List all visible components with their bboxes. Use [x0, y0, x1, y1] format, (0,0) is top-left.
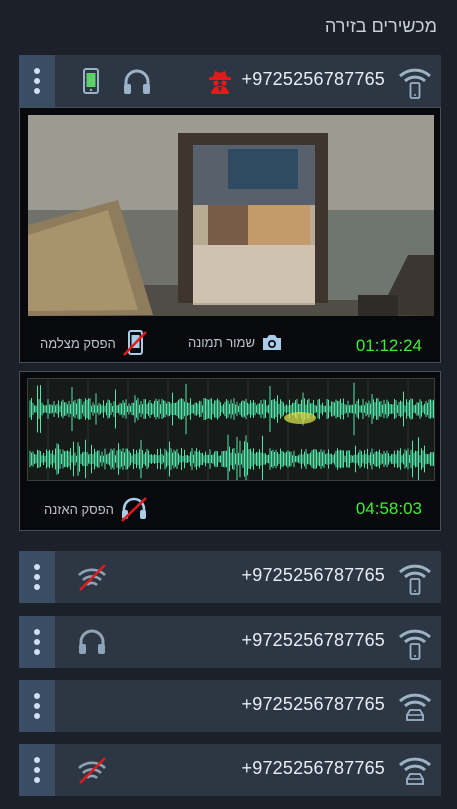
device-phone-number: +9725256787765	[241, 630, 385, 650]
audio-timer: 04:58:03	[355, 499, 422, 518]
camera-timer: 01:12:24	[355, 336, 422, 355]
panel-title: מכשירים בזירה	[324, 16, 437, 36]
wifi-phone-icon	[398, 68, 432, 99]
device-menu-button[interactable]	[19, 616, 55, 668]
device-menu-button[interactable]	[19, 744, 55, 796]
camera-icon	[262, 335, 281, 350]
device-row-bar: +9725256787765	[19, 744, 441, 796]
device-row-1[interactable]: +9725256787765	[19, 551, 441, 603]
wifi-off-icon[interactable]	[77, 756, 107, 784]
device-phone-number: +9725256787765	[241, 694, 385, 714]
device-row-3[interactable]: +9725256787765	[19, 680, 441, 732]
wifi-car-icon	[398, 693, 432, 721]
camera-panel: 01:12:24 שמור תמונה הפסק מצלמה	[19, 107, 441, 363]
device-menu-button[interactable]	[19, 551, 55, 603]
device-row-2[interactable]: +9725256787765	[19, 616, 441, 668]
stop-camera-label: הפסק מצלמה	[40, 335, 116, 351]
device-row-bar: +9725256787765	[19, 551, 441, 603]
device-row-4[interactable]: +9725256787765	[19, 744, 441, 796]
device-phone-number: +9725256787765	[241, 69, 385, 89]
wifi-car-icon	[398, 757, 432, 785]
camera-feed-image[interactable]	[28, 115, 434, 316]
wifi-off-icon[interactable]	[77, 563, 107, 591]
wifi-phone-icon	[398, 629, 432, 660]
audio-waveform[interactable]	[27, 378, 435, 481]
device-row-bar: +9725256787765	[19, 616, 441, 668]
wifi-phone-icon	[398, 564, 432, 595]
spy-alert-icon[interactable]	[208, 68, 232, 94]
stop-listening-label: הפסק האזנה	[44, 501, 114, 517]
phone-off-icon	[122, 330, 147, 356]
active-device-card: +9725256787765 01:12:24 שמור תמונה הפסק …	[19, 55, 441, 537]
stop-camera-button[interactable]: הפסק מצלמה	[40, 329, 148, 357]
audio-panel: 04:58:03 הפסק האזנה	[19, 371, 441, 531]
device-phone-number: +9725256787765	[241, 565, 385, 585]
device-menu-button[interactable]	[19, 680, 55, 732]
headphones-off-icon	[121, 497, 147, 522]
device-phone-number: +9725256787765	[241, 758, 385, 778]
device-row-bar: +9725256787765	[19, 680, 441, 732]
phone-icon[interactable]	[83, 68, 99, 94]
headphones-icon[interactable]	[122, 68, 152, 96]
headphones-icon[interactable]	[77, 628, 107, 656]
active-device-bar[interactable]: +9725256787765	[19, 55, 441, 107]
save-photo-label: שמור תמונה	[188, 334, 255, 350]
device-menu-button[interactable]	[19, 55, 55, 107]
save-photo-button[interactable]: שמור תמונה	[188, 333, 283, 351]
stop-listening-button[interactable]: הפסק האזנה	[44, 496, 148, 522]
